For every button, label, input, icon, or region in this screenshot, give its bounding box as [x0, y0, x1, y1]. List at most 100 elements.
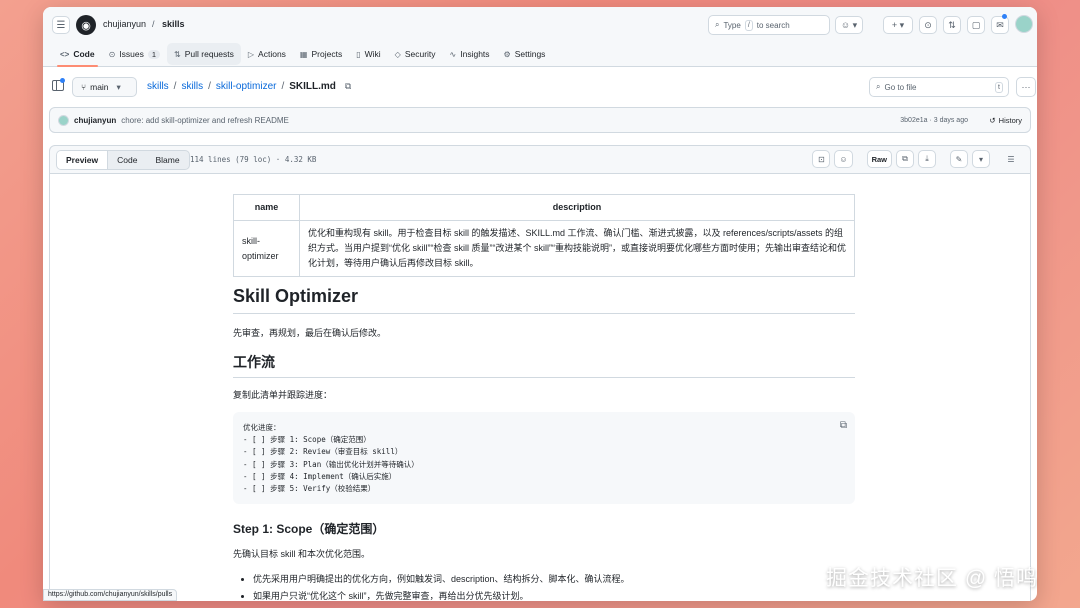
search-icon: ⌕	[715, 20, 720, 29]
copilot-icon: ☺	[839, 154, 848, 164]
git-branch-icon: ⑂	[81, 82, 87, 92]
tab-label: Pull requests	[184, 49, 234, 59]
tab-pull-requests[interactable]: ⇅ Pull requests	[167, 43, 241, 65]
avatar[interactable]	[1015, 15, 1033, 33]
subsection-heading: Step 1: Scope（确定范围）	[233, 522, 385, 536]
status-url-bar: https://github.com/chujianyun/skills/pul…	[43, 589, 178, 601]
branch-selector-button[interactable]: ⑂ main ▾	[72, 77, 137, 97]
issues-button[interactable]: ⊙	[919, 16, 937, 34]
tab-wiki[interactable]: ▯ Wiki	[349, 43, 387, 65]
file-navigation: ⑂ main ▾ skills / skills / skill-optimiz…	[43, 67, 1037, 105]
pull-requests-button[interactable]: ⇅	[943, 16, 961, 34]
download-button[interactable]: ⤓	[918, 150, 936, 168]
book-icon: ▯	[356, 49, 361, 59]
repo-owner-link[interactable]: chujianyun	[103, 19, 146, 29]
repo-name-link[interactable]: skills	[162, 19, 185, 29]
chevron-down-icon: ▾	[116, 81, 121, 92]
more-options-button[interactable]: ···	[1016, 77, 1036, 97]
commit-message-link[interactable]: chore: add skill-optimizer and refresh R…	[121, 116, 289, 125]
copy-raw-button[interactable]: ⧉	[896, 150, 914, 168]
raw-button[interactable]: Raw	[866, 150, 892, 168]
browser-window: ☰ ◉ chujianyun / skills ⌕ Type / to sear…	[43, 7, 1037, 601]
copy-path-icon[interactable]: ⧉	[345, 81, 351, 92]
markdown-body: name description skill-optimizer 优化和重构现有…	[49, 173, 1031, 601]
tab-settings[interactable]: ⚙ Settings	[497, 43, 553, 65]
breadcrumb-folder-link[interactable]: skills	[181, 81, 203, 92]
tab-security[interactable]: ◇ Security	[388, 43, 443, 65]
outline-button[interactable]: ☰	[1002, 150, 1020, 168]
file-toolbar: Preview Code Blame 114 lines (79 loc) · …	[49, 145, 1031, 173]
tab-insights[interactable]: ∿ Insights	[443, 43, 497, 65]
branch-name: main	[90, 82, 109, 92]
copy-icon[interactable]: ⧉	[840, 420, 847, 431]
tab-projects[interactable]: ▦ Projects	[293, 43, 349, 65]
breadcrumb-separator: /	[208, 81, 211, 92]
go-to-file-input[interactable]: ⌕ Go to file t	[869, 77, 1009, 97]
intro-paragraph: 先审查，再规划，最后在确认后修改。	[233, 328, 387, 338]
table-row: skill-optimizer 优化和重构现有 skill。用于检查目标 ski…	[233, 220, 855, 277]
github-logo-icon[interactable]: ◉	[76, 15, 96, 35]
list-icon: ☰	[1007, 154, 1015, 164]
commit-author-link[interactable]: chujianyun	[74, 116, 116, 125]
copilot-button[interactable]: ☺ ▾	[835, 16, 863, 34]
breadcrumb-separator: /	[173, 81, 177, 92]
history-button[interactable]: ↺ History	[989, 116, 1022, 125]
history-label: History	[998, 116, 1022, 125]
repo-icon: ▢	[971, 19, 981, 30]
code-icon: <>	[60, 49, 70, 59]
tab-label: Projects	[311, 49, 343, 59]
symbols-button[interactable]: ⊡	[812, 150, 831, 168]
preview-tab[interactable]: Preview	[57, 151, 109, 169]
frontmatter-table: name description skill-optimizer 优化和重构现有…	[233, 194, 855, 277]
list-item: 优先采用用户明确提出的优化方向，例如触发词、description、结构拆分、脚…	[253, 571, 630, 588]
blame-tab[interactable]: Blame	[146, 151, 188, 169]
search-suffix: to search	[756, 20, 790, 30]
table-header-cell: name	[233, 194, 300, 221]
breadcrumb-repo-link[interactable]: skills	[147, 81, 169, 92]
notification-dot	[1002, 14, 1007, 19]
history-icon: ↺	[989, 116, 996, 125]
table-cell: skill-optimizer	[233, 220, 300, 277]
list-item: 如果用户只说“优化这个 skill”，先做完整审查，再给出分优先级计划。	[253, 588, 630, 601]
tab-issues[interactable]: ⊙ Issues 1	[102, 43, 167, 65]
inbox-button[interactable]: ✉	[991, 16, 1009, 34]
plus-icon: + ▾	[891, 19, 905, 30]
tab-actions[interactable]: ▷ Actions	[241, 43, 293, 65]
tab-label: Code	[73, 49, 95, 59]
copilot-file-button[interactable]: ☺	[834, 150, 853, 168]
table-row: name description	[233, 194, 855, 221]
pull-request-icon: ⇅	[174, 49, 181, 59]
repo-tabs: <> Code ⊙ Issues 1 ⇅ Pull requests ▷ Actions …	[43, 43, 552, 67]
commit-meta[interactable]: 3b02e1a · 3 days ago	[900, 117, 968, 124]
create-new-button[interactable]: + ▾	[883, 16, 913, 34]
download-icon: ⤓	[925, 154, 929, 163]
file-info: 114 lines (79 loc) · 4.32 KB	[190, 155, 317, 164]
table-icon: ▦	[299, 49, 308, 59]
code-tab[interactable]: Code	[108, 151, 146, 169]
graph-icon: ∿	[449, 49, 457, 59]
section-heading: 工作流	[233, 352, 855, 378]
table-header-cell: description	[299, 194, 855, 221]
git-pull-request-icon: ⇅	[948, 19, 956, 30]
search-prefix: Type	[723, 20, 741, 30]
edit-dropdown-button[interactable]: ▾	[972, 150, 990, 168]
current-file-name: SKILL.md	[289, 81, 336, 92]
hamburger-menu-button[interactable]: ☰	[52, 16, 70, 34]
tab-label: Issues	[119, 49, 144, 59]
tab-code[interactable]: <> Code	[53, 43, 102, 67]
repositories-button[interactable]: ▢	[967, 16, 985, 34]
search-input[interactable]: ⌕ Type / to search	[708, 15, 830, 35]
edit-button[interactable]: ✎	[950, 150, 968, 168]
file-actions: ⊡ ☺ Raw ⧉ ⤓ ✎ ▾ ☰	[812, 150, 1020, 168]
page-title: Skill Optimizer	[233, 286, 855, 314]
breadcrumb-folder-link[interactable]: skill-optimizer	[216, 81, 277, 92]
watermark: 掘金技术社区 @ 悟鸣	[826, 567, 1038, 590]
tab-label: Settings	[514, 49, 546, 59]
go-to-file-kbd: t	[995, 82, 1003, 93]
inbox-icon: ✉	[996, 19, 1004, 30]
code-block-text: 优化进度： - [ ] 步骤 1: Scope（确定范围） - [ ] 步骤 2…	[243, 423, 419, 494]
pencil-icon: ✎	[955, 154, 963, 164]
code-square-icon: ⊡	[818, 154, 825, 164]
code-block: 优化进度： - [ ] 步骤 1: Scope（确定范围） - [ ] 步骤 2…	[233, 412, 855, 504]
avatar[interactable]	[58, 114, 69, 126]
